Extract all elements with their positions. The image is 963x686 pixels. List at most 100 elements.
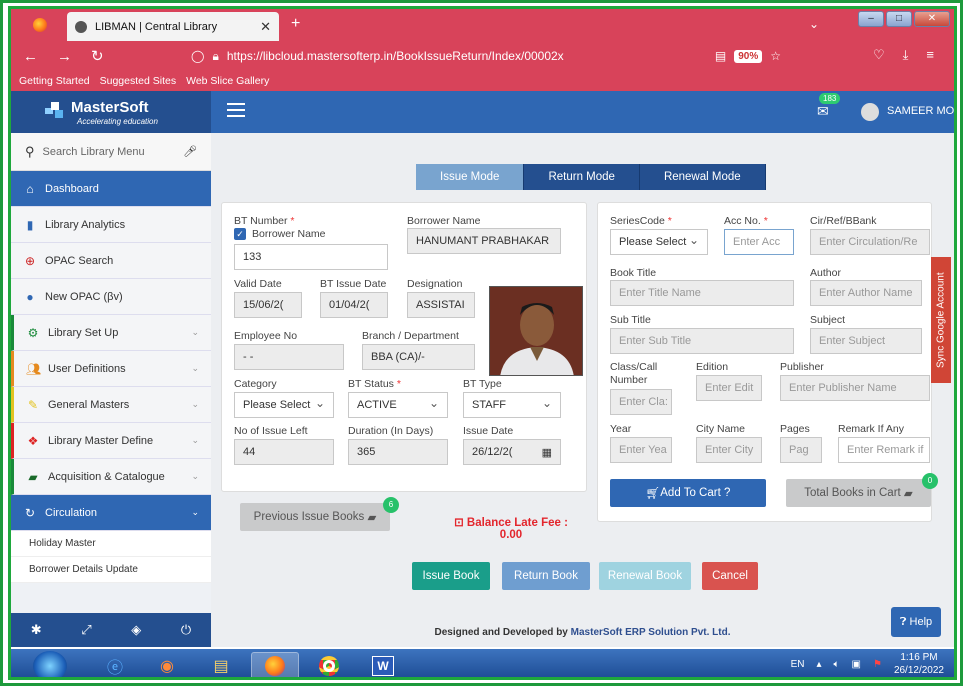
windows-taskbar: ⓔ ◉ ▤ W EN ▴ 🔈︎ ▣ ⚑ 1:16 PM 26/12/2022 [11,649,954,677]
sidebar-search[interactable]: ⚲ Search Library Menu 🎤︎ [11,133,211,171]
series-select[interactable]: Please Select [610,229,708,255]
hamburger-menu-icon[interactable] [227,103,245,117]
windows-start-icon[interactable] [33,651,67,677]
bt-type-select[interactable]: STAFF [463,392,561,418]
bt-number-field[interactable]: 133 [234,244,388,270]
books-icon: ▰ [903,488,913,500]
forward-icon[interactable]: → [57,48,79,65]
close-window-icon[interactable]: ✕ [914,11,950,27]
close-tab-icon[interactable]: ✕ [260,19,271,35]
settings-icon[interactable]: ✱ [31,622,42,638]
power-icon[interactable]: ⏻ [181,622,191,638]
notification-badge: 183 [819,93,841,104]
media-player-icon[interactable]: ◉ [143,652,191,677]
renewal-book-button[interactable]: Renewal Book [599,562,691,590]
clock[interactable]: 1:16 PM 26/12/2022 [894,651,944,677]
brand-logo[interactable]: MasterSoft Accelerating education [11,91,211,133]
word-icon[interactable]: W [359,652,407,677]
system-tray: EN ▴ 🔈︎ ▣ ⚑ 1:16 PM 26/12/2022 [791,651,944,677]
checkbox-checked-icon[interactable]: ✓ [234,228,246,240]
chevron-down-icon: ⌄ [191,471,199,481]
add-to-cart-button[interactable]: 🛒︎ Add To Cart ? [610,479,766,507]
language-indicator[interactable]: EN [791,659,805,670]
designation-label: Designation [407,278,463,290]
bookmark-web-slice[interactable]: Web Slice Gallery [186,75,269,87]
issue-book-button[interactable]: Issue Book [412,562,490,590]
sidebar-item-opac-search[interactable]: ⊕ OPAC Search [11,243,211,279]
sidebar-item-new-opac[interactable]: ● New OPAC (βv) [11,279,211,315]
new-tab-icon[interactable]: + [291,15,300,33]
tab-return-mode[interactable]: Return Mode [524,164,640,190]
user-avatar[interactable] [861,103,879,121]
return-book-button[interactable]: Return Book [502,562,590,590]
url-text: https://libcloud.mastersofterp.in/BookIs… [226,49,564,63]
mail-icon[interactable]: ✉ [817,103,829,120]
volume-icon[interactable]: 🔈︎ [834,659,840,670]
submenu-holiday-master[interactable]: Holiday Master [11,531,211,557]
help-button[interactable]: ❓︎ Help [891,607,941,637]
fullscreen-icon[interactable]: ⤢ [81,622,91,638]
sub-title-label: Sub Title [610,314,651,326]
sidebar-item-general-masters[interactable]: ✎ General Masters ⌄ [11,387,211,423]
borrower-name-field: HANUMANT PRABHAKAR [407,228,561,254]
bt-status-select[interactable]: ACTIVE [348,392,448,418]
branch-field: BBA (CA)/- [362,344,475,370]
sidebar-item-library-master[interactable]: ❖ Library Master Define ⌄ [11,423,211,459]
sidebar-item-label: OPAC Search [45,254,114,267]
issue-date-field[interactable]: 26/12/2(▦ [463,439,561,465]
issue-date-label: Issue Date [463,425,514,437]
back-icon[interactable]: ← [23,48,45,65]
tab-issue-mode[interactable]: Issue Mode [416,164,525,190]
pocket-icon[interactable]: ♡ [873,47,885,63]
edition-label: Edition [696,361,729,373]
sidebar-item-circulation[interactable]: ↻ Circulation ⌄ [11,495,211,531]
sidebar-item-library-setup[interactable]: ⚙ Library Set Up ⌄ [11,315,211,351]
sidebar-item-user-definitions[interactable]: 👥︎ User Definitions ⌄ [11,351,211,387]
previous-issue-books-button[interactable]: Previous Issue Books ▰ [240,503,390,531]
tray-arrow-icon[interactable]: ▴ [816,659,821,670]
year-field: Enter Yea [610,437,672,463]
reader-icon[interactable]: ▤ [715,49,726,63]
microphone-icon[interactable]: 🎤︎ [183,145,197,158]
minimize-icon[interactable]: – [858,11,884,27]
valid-date-label: Valid Date [234,278,282,290]
folder-icon[interactable]: ▤ [197,652,245,677]
ie-icon[interactable]: ⓔ [91,652,139,677]
calendar-icon[interactable]: ▦ [542,446,552,459]
sidebar-item-dashboard[interactable]: ⌂ Dashboard [11,171,211,207]
search-icon: ⚲ [25,143,35,159]
cart-count-badge: 0 [922,473,938,489]
bookmark-suggested-sites[interactable]: Suggested Sites [100,75,176,87]
address-bar[interactable]: ◯ 🔒︎ https://libcloud.mastersofterp.in/B… [191,45,781,67]
gears-icon: ⚙ [27,325,39,340]
sidebar-item-analytics[interactable]: ▮ Library Analytics [11,207,211,243]
year-label: Year [610,423,632,435]
category-select[interactable]: Please Select [234,392,334,418]
bookmark-getting-started[interactable]: Getting Started [19,75,90,87]
borrower-name-label: Borrower Name [407,215,481,227]
user-name[interactable]: SAMEER MOR [887,105,954,117]
firefox-taskbar-icon[interactable] [251,652,299,677]
browser-tab[interactable]: LIBMAN | Central Library ✕ [67,12,279,41]
chrome-icon[interactable] [305,652,353,677]
download-icon[interactable]: ⤓ [903,47,909,63]
network-icon[interactable]: ▣ [852,659,861,670]
remark-input[interactable]: Enter Remark if [838,437,930,463]
tab-favicon-icon [75,20,87,33]
star-icon[interactable]: ☆ [770,49,781,63]
submenu-borrower-details[interactable]: Borrower Details Update [11,557,211,583]
employee-no-label: Employee No [234,330,298,342]
flag-icon[interactable]: ⚑ [873,659,882,670]
sidebar-item-acquisition[interactable]: ▰ Acquisition & Catalogue ⌄ [11,459,211,495]
cancel-button[interactable]: Cancel [702,562,758,590]
reload-icon[interactable]: ↻ [91,47,113,65]
chevron-down-icon[interactable]: ⌄ [809,17,819,31]
total-books-cart-button[interactable]: Total Books in Cart ▰ [786,479,931,507]
sync-google-account-button[interactable]: Sync Google Account [931,257,951,383]
menu-icon[interactable]: ≡ [926,47,934,63]
zoom-badge[interactable]: 90% [734,49,763,63]
acc-no-input[interactable]: Enter Acc [724,229,794,255]
eye-slash-icon[interactable]: ◈ [131,622,141,638]
tab-renewal-mode[interactable]: Renewal Mode [639,164,766,190]
maximize-icon[interactable]: □ [886,11,912,27]
